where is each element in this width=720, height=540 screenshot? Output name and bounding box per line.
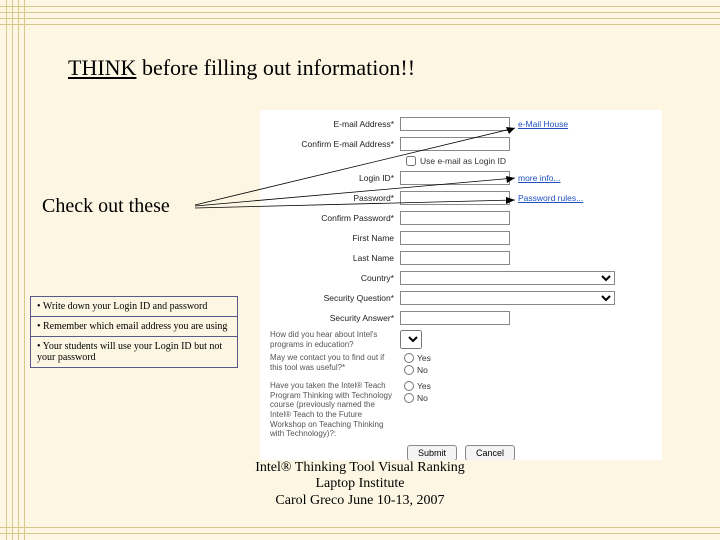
country-label: Country* <box>270 273 400 283</box>
security-q-label: Security Question* <box>270 293 400 303</box>
q1-label: How did you hear about Intel's programs … <box>270 330 400 349</box>
password-field[interactable] <box>400 191 510 205</box>
use-email-label: Use e-mail as Login ID <box>420 156 506 166</box>
first-name-field[interactable] <box>400 231 510 245</box>
slide-title: THINK before filling out information!! <box>68 55 415 81</box>
registration-form: E-mail Address* e-Mail House Confirm E-m… <box>260 110 662 460</box>
confirm-password-label: Confirm Password* <box>270 213 400 223</box>
confirm-email-label: Confirm E-mail Address* <box>270 139 400 149</box>
notes-box: • Write down your Login ID and password … <box>30 296 238 368</box>
email-label: E-mail Address* <box>270 119 400 129</box>
login-help-link[interactable]: more info... <box>518 173 561 183</box>
password-label: Password* <box>270 193 400 203</box>
q2-label: May we contact you to find out if this t… <box>270 353 400 372</box>
security-q-select[interactable] <box>400 291 615 305</box>
q1-select[interactable] <box>400 330 422 349</box>
cancel-button[interactable]: Cancel <box>465 445 515 460</box>
security-a-label: Security Answer* <box>270 313 400 323</box>
q3-label: Have you taken the Intel® Teach Program … <box>270 381 400 439</box>
email-field[interactable] <box>400 117 510 131</box>
q3-no-radio[interactable] <box>404 393 414 403</box>
country-select[interactable] <box>400 271 615 285</box>
q2-no-radio[interactable] <box>404 365 414 375</box>
note-item: • Your students will use your Login ID b… <box>31 337 237 367</box>
security-a-field[interactable] <box>400 311 510 325</box>
note-item: • Remember which email address you are u… <box>31 317 237 337</box>
email-help-link[interactable]: e-Mail House <box>518 119 568 129</box>
first-name-label: First Name <box>270 233 400 243</box>
footer: Intel® Thinking Tool Visual Ranking Lapt… <box>0 460 720 510</box>
checkout-label: Check out these <box>42 195 170 218</box>
footer-line3: Carol Greco June 10-13, 2007 <box>0 493 720 510</box>
footer-line2: Laptop Institute <box>0 476 720 493</box>
submit-button[interactable]: Submit <box>407 445 457 460</box>
confirm-password-field[interactable] <box>400 211 510 225</box>
login-id-label: Login ID* <box>270 173 400 183</box>
last-name-field[interactable] <box>400 251 510 265</box>
use-email-checkbox[interactable] <box>406 156 416 166</box>
login-id-field[interactable] <box>400 171 510 185</box>
note-item: • Write down your Login ID and password <box>31 297 237 317</box>
q2-yes-radio[interactable] <box>404 353 414 363</box>
footer-line1: Intel® Thinking Tool Visual Ranking <box>0 460 720 477</box>
last-name-label: Last Name <box>270 253 400 263</box>
q3-yes-radio[interactable] <box>404 381 414 391</box>
password-help-link[interactable]: Password rules... <box>518 193 583 203</box>
confirm-email-field[interactable] <box>400 137 510 151</box>
